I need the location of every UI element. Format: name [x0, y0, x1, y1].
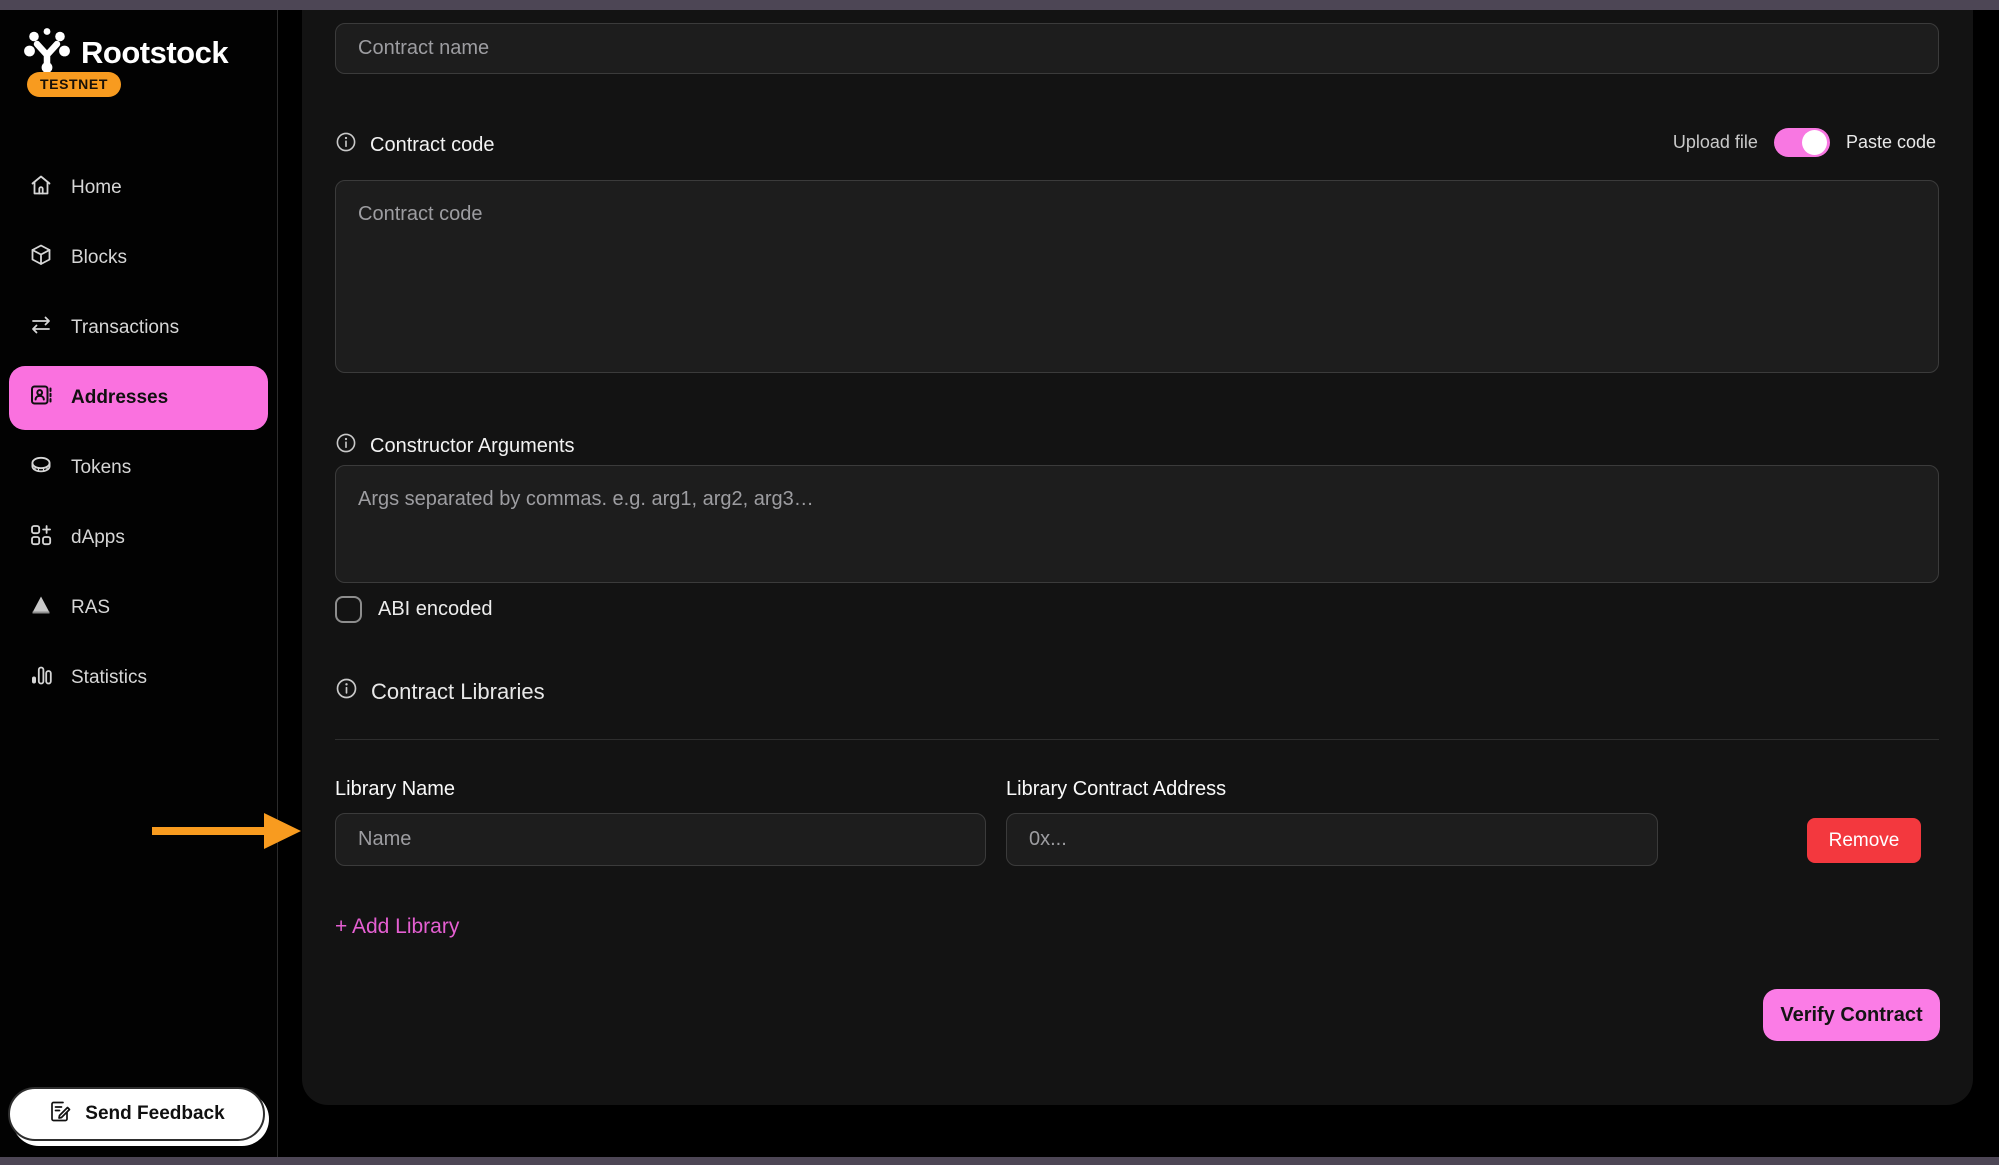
constructor-arguments-header: Constructor Arguments: [335, 432, 575, 460]
sidebar-item-label: dApps: [71, 527, 125, 549]
upload-file-label[interactable]: Upload file: [1673, 132, 1758, 153]
sidebar: Rootstock TESTNET Home Blocks: [0, 10, 278, 1157]
library-name-label: Library Name: [335, 778, 455, 801]
bar-chart-icon: [28, 662, 54, 694]
sidebar-item-label: Blocks: [71, 247, 127, 269]
dapps-grid-icon: [28, 522, 54, 554]
paste-code-label[interactable]: Paste code: [1846, 132, 1936, 153]
annotation-arrow-icon: [152, 811, 302, 856]
remove-library-button[interactable]: Remove: [1807, 818, 1921, 863]
add-library-link[interactable]: + Add Library: [335, 915, 459, 939]
info-icon: [335, 432, 357, 460]
library-contract-address-label: Library Contract Address: [1006, 778, 1226, 801]
brand-name: Rootstock: [81, 35, 228, 71]
rootstock-logo-icon: [24, 27, 70, 78]
sidebar-item-addresses[interactable]: Addresses: [9, 366, 268, 430]
home-icon: [28, 172, 54, 204]
sidebar-item-statistics[interactable]: Statistics: [9, 646, 268, 710]
triangle-icon: [28, 592, 54, 624]
sidebar-item-label: RAS: [71, 597, 110, 619]
window-frame-top: [0, 0, 1999, 10]
library-contract-address-input[interactable]: [1006, 813, 1658, 866]
code-input-mode-toggle-row: Upload file Paste code: [1673, 128, 1936, 157]
sidebar-item-label: Addresses: [71, 387, 168, 409]
sidebar-nav: Home Blocks Transactions: [0, 156, 277, 716]
abi-encoded-row[interactable]: ABI encoded: [335, 596, 493, 623]
send-feedback-button[interactable]: Send Feedback: [8, 1087, 265, 1141]
feedback-note-icon: [48, 1099, 72, 1129]
contract-code-header: Contract code: [335, 131, 495, 159]
brand-logo[interactable]: Rootstock: [24, 27, 228, 78]
sidebar-item-label: Tokens: [71, 457, 131, 479]
send-feedback-label: Send Feedback: [85, 1103, 224, 1125]
constructor-arguments-textarea[interactable]: [335, 465, 1939, 583]
library-name-input[interactable]: [335, 813, 986, 866]
sidebar-item-label: Home: [71, 177, 122, 199]
sidebar-item-blocks[interactable]: Blocks: [9, 226, 268, 290]
sidebar-item-label: Statistics: [71, 667, 147, 689]
contract-libraries-label: Contract Libraries: [371, 679, 545, 705]
verify-contract-panel: Contract code Upload file Paste code Con…: [302, 10, 1973, 1105]
constructor-arguments-label: Constructor Arguments: [370, 435, 575, 458]
contact-card-icon: [28, 382, 54, 414]
window-frame-bottom: [0, 1157, 1999, 1165]
info-icon: [335, 677, 358, 706]
contract-name-input[interactable]: [335, 23, 1939, 74]
sidebar-item-home[interactable]: Home: [9, 156, 268, 220]
sidebar-item-ras[interactable]: RAS: [9, 576, 268, 640]
section-divider: [335, 739, 1939, 740]
sidebar-item-label: Transactions: [71, 317, 179, 339]
cube-icon: [28, 242, 54, 274]
verify-contract-button[interactable]: Verify Contract: [1763, 989, 1940, 1041]
abi-encoded-checkbox[interactable]: [335, 596, 362, 623]
sidebar-item-tokens[interactable]: Tokens: [9, 436, 268, 500]
coin-icon: [28, 452, 54, 484]
abi-encoded-label: ABI encoded: [378, 598, 493, 621]
info-icon: [335, 131, 357, 159]
upload-paste-toggle[interactable]: [1774, 128, 1830, 157]
sidebar-item-transactions[interactable]: Transactions: [9, 296, 268, 360]
transfer-arrows-icon: [28, 312, 54, 344]
testnet-badge: TESTNET: [27, 72, 121, 97]
sidebar-item-dapps[interactable]: dApps: [9, 506, 268, 570]
contract-libraries-header: Contract Libraries: [335, 677, 545, 706]
contract-code-textarea[interactable]: [335, 180, 1939, 373]
toggle-knob: [1802, 130, 1827, 155]
contract-code-label: Contract code: [370, 134, 495, 157]
